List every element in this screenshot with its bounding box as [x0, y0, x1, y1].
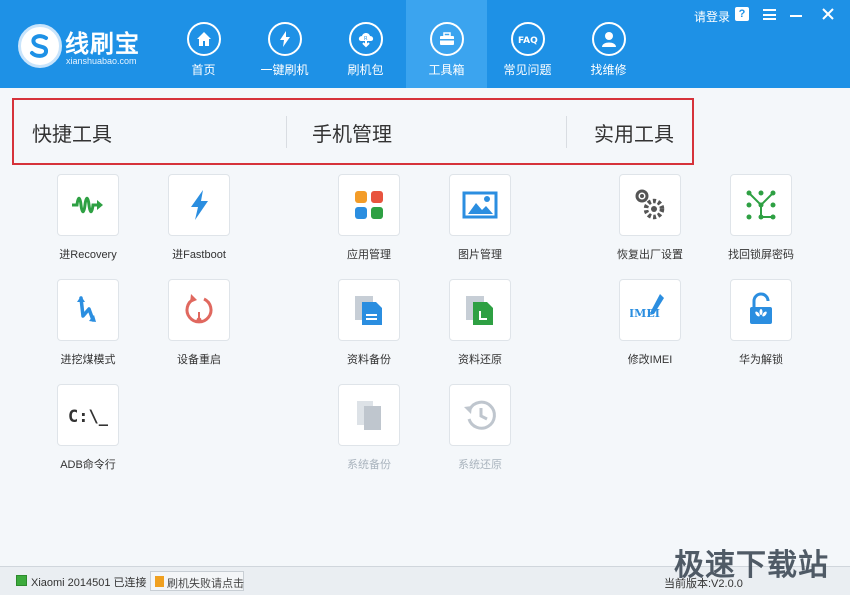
tab-quick-tools[interactable]: 快捷工具: [32, 118, 112, 147]
tool-label: 恢复出厂设置: [617, 249, 683, 261]
tool-label: 应用管理: [347, 249, 391, 261]
faq-glyph: FAQ: [518, 36, 538, 46]
nav-label: 常见问题: [503, 63, 552, 77]
device-connected-icon: [16, 575, 27, 586]
tool-label: 进挖煤模式: [60, 354, 116, 366]
toolbox-content: 快捷工具 手机管理 实用工具 进Recovery 进Fastboot 进挖煤模式…: [0, 88, 850, 566]
nav-item-one-click-flash[interactable]: 一键刷机: [244, 0, 325, 88]
tool-label: 设备重启: [177, 354, 221, 366]
divider: [286, 116, 287, 148]
tool-adb-command-line[interactable]: C:\_ ADB命令行: [42, 384, 132, 484]
fail-button-label: 刷机失败请点击: [167, 578, 244, 590]
factory-reset-icon: [619, 174, 681, 236]
edit-imei-icon: IMEI: [619, 279, 681, 341]
nav-item-find-repair[interactable]: 找维修: [568, 0, 649, 88]
tool-app-management[interactable]: 应用管理: [323, 174, 413, 274]
tool-data-restore[interactable]: 资料还原: [434, 279, 524, 379]
data-restore-icon: [449, 279, 511, 341]
device-status: Xiaomi 2014501 已连接: [31, 577, 147, 589]
home-icon: [187, 22, 221, 56]
faq-icon: FAQ: [511, 22, 545, 56]
nav-item-faq[interactable]: FAQ 常见问题: [487, 0, 568, 88]
divider: [566, 116, 567, 148]
nav-label: 刷机包: [347, 63, 384, 77]
tool-enter-recovery[interactable]: 进Recovery: [42, 174, 132, 274]
app-name: 线刷宝: [65, 31, 140, 58]
nav-label: 首页: [191, 63, 216, 77]
tool-label: 图片管理: [458, 249, 502, 261]
tool-label: 资料还原: [458, 354, 502, 366]
tool-recover-lock-password[interactable]: 找回锁屏密码: [715, 174, 805, 274]
tool-enter-fastboot[interactable]: 进Fastboot: [153, 174, 243, 274]
tool-label: ADB命令行: [60, 459, 116, 471]
main-nav: 首页 一键刷机 R 刷机包 工具箱 FAQ 常见问题 找维修: [163, 0, 649, 88]
app-domain: xianshuabao.com: [66, 56, 137, 66]
menu-icon[interactable]: [763, 9, 776, 20]
tool-enter-download-mode[interactable]: 进挖煤模式: [42, 279, 132, 379]
system-restore-icon: [449, 384, 511, 446]
rom-package-icon: R: [349, 22, 383, 56]
tool-label: 进Recovery: [59, 249, 117, 261]
watermark-logo: 极速下载站: [674, 549, 829, 582]
tool-data-backup[interactable]: 资料备份: [323, 279, 413, 379]
system-backup-icon: [338, 384, 400, 446]
app-logo: 线刷宝 xianshuabao.com: [18, 22, 158, 70]
tool-label: 找回锁屏密码: [728, 249, 794, 261]
tool-system-restore: 系统还原: [434, 384, 524, 484]
warning-icon: [155, 576, 164, 587]
tool-label: 修改IMEI: [627, 354, 673, 366]
pattern-lock-icon: [730, 174, 792, 236]
nav-label: 工具箱: [428, 63, 465, 77]
huawei-unlock-icon: [730, 279, 792, 341]
tool-device-reboot[interactable]: 设备重启: [153, 279, 243, 379]
tool-label: 华为解锁: [739, 354, 783, 366]
fastboot-icon: [168, 174, 230, 236]
tool-huawei-unlock[interactable]: 华为解锁: [715, 279, 805, 379]
tab-utility-tools[interactable]: 实用工具: [594, 118, 674, 147]
tool-image-management[interactable]: 图片管理: [434, 174, 524, 274]
tool-label: 系统备份: [347, 459, 391, 471]
login-link[interactable]: 请登录: [694, 8, 730, 25]
nav-item-rom-package[interactable]: R 刷机包: [325, 0, 406, 88]
tool-label: 系统还原: [458, 459, 502, 471]
category-header: 快捷工具 手机管理 实用工具: [12, 98, 694, 165]
tool-system-backup: 系统备份: [323, 384, 413, 484]
tool-modify-imei[interactable]: IMEI 修改IMEI: [604, 279, 694, 379]
tab-phone-management[interactable]: 手机管理: [312, 118, 392, 147]
image-manage-icon: [449, 174, 511, 236]
svg-text:R: R: [364, 36, 368, 42]
repair-icon: [592, 22, 626, 56]
nav-label: 找维修: [590, 63, 627, 77]
toolbox-icon: [430, 22, 464, 56]
terminal-icon: C:\_: [57, 384, 119, 446]
tool-factory-reset[interactable]: 恢复出厂设置: [604, 174, 694, 274]
recovery-icon: [57, 174, 119, 236]
tool-label: 进Fastboot: [172, 249, 226, 261]
logo-icon: [18, 24, 62, 68]
flash-icon: [268, 22, 302, 56]
nav-item-toolbox[interactable]: 工具箱: [406, 0, 487, 88]
flash-failed-help-button[interactable]: 刷机失败请点击: [150, 571, 244, 591]
tool-label: 资料备份: [347, 354, 391, 366]
data-backup-icon: [338, 279, 400, 341]
nav-label: 一键刷机: [260, 63, 309, 77]
close-icon[interactable]: [820, 6, 836, 22]
title-bar: 线刷宝 xianshuabao.com 首页 一键刷机 R 刷机包 工具箱 FA…: [0, 0, 850, 88]
terminal-glyph: C:\_: [68, 407, 108, 427]
nav-item-home[interactable]: 首页: [163, 0, 244, 88]
help-icon[interactable]: ?: [735, 7, 749, 21]
download-mode-icon: [57, 279, 119, 341]
minimize-icon[interactable]: [790, 15, 802, 17]
reboot-icon: [168, 279, 230, 341]
app-manage-icon: [338, 174, 400, 236]
